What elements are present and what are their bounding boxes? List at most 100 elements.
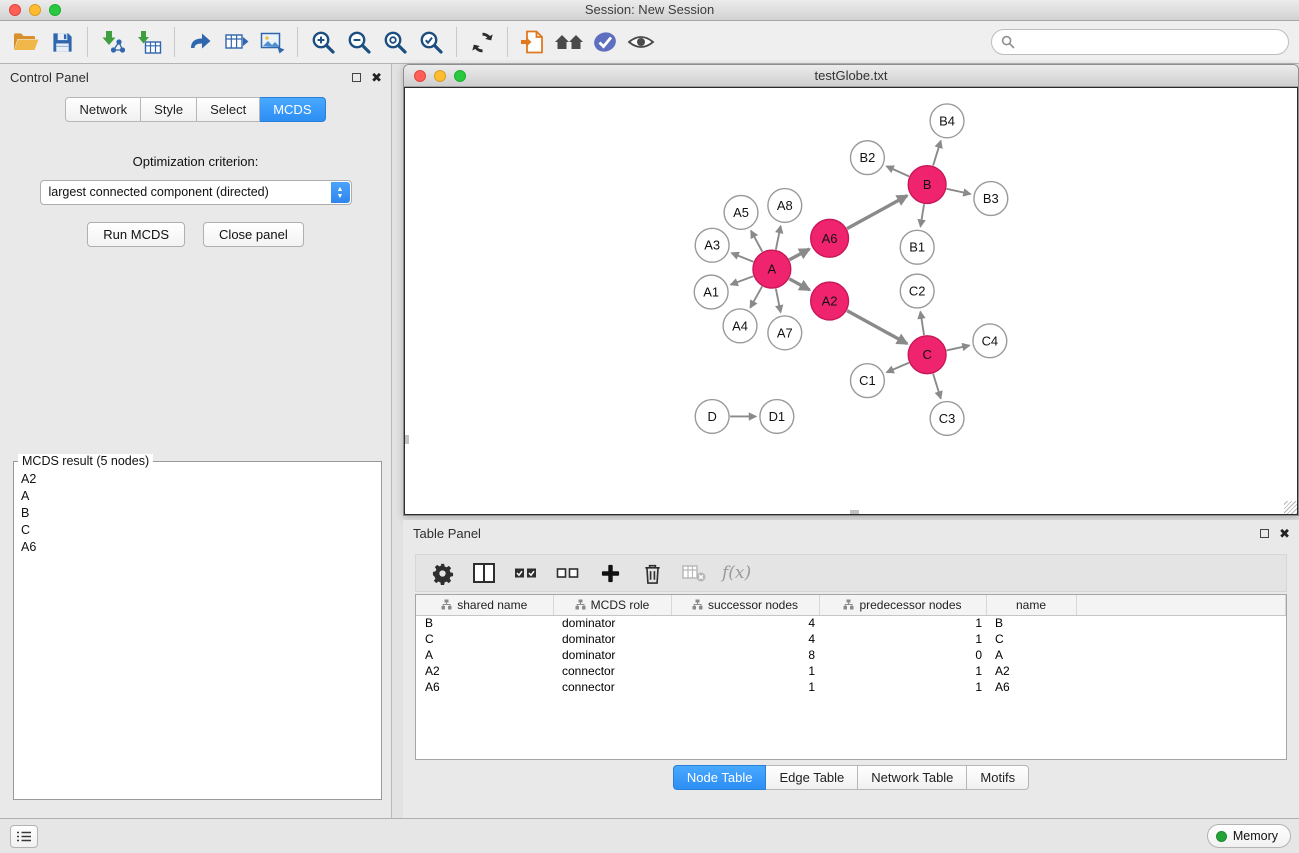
export-image-button[interactable]: [254, 24, 290, 60]
node-table-container[interactable]: shared name MCDS role successor nodes pr…: [415, 594, 1287, 760]
new-network-button[interactable]: [182, 24, 218, 60]
graph-edge-B-B1[interactable]: [920, 204, 924, 226]
table-row[interactable]: A2connector11A2: [416, 663, 1286, 679]
table-cell[interactable]: A: [986, 647, 1076, 663]
graph-node-A7[interactable]: A7: [768, 316, 802, 350]
table-cell[interactable]: 1: [819, 631, 986, 647]
close-panel-icon[interactable]: ✖: [371, 71, 382, 84]
table-settings-button[interactable]: [424, 557, 460, 589]
add-column-button[interactable]: [592, 557, 628, 589]
graph-edge-A-A5[interactable]: [751, 231, 762, 252]
graph-node-A4[interactable]: A4: [723, 309, 757, 343]
table-row[interactable]: Bdominator41B: [416, 615, 1286, 631]
graph-edge-A-A4[interactable]: [750, 286, 762, 307]
table-cell[interactable]: A2: [986, 663, 1076, 679]
table-cell[interactable]: 1: [819, 679, 986, 695]
table-cell[interactable]: A: [416, 647, 553, 663]
graph-edge-B-B4[interactable]: [933, 141, 941, 166]
table-cell[interactable]: C: [416, 631, 553, 647]
graph-node-A[interactable]: A: [753, 250, 791, 288]
graph-node-A5[interactable]: A5: [724, 195, 758, 229]
table-cell[interactable]: 4: [671, 631, 819, 647]
delete-table-button[interactable]: [676, 557, 712, 589]
graph-node-C3[interactable]: C3: [930, 402, 964, 436]
column-header-shared-name[interactable]: shared name: [416, 595, 553, 615]
mcds-result-item[interactable]: B: [14, 504, 381, 521]
graph-edge-A-A7[interactable]: [776, 289, 781, 313]
open-file-button[interactable]: [515, 24, 551, 60]
graph-edge-A-A1[interactable]: [731, 276, 754, 284]
table-cell[interactable]: dominator: [553, 647, 671, 663]
task-history-button[interactable]: [10, 825, 38, 848]
delete-column-button[interactable]: [634, 557, 670, 589]
new-table-button[interactable]: [218, 24, 254, 60]
graph-node-C4[interactable]: C4: [973, 324, 1007, 358]
deselect-all-rows-button[interactable]: [550, 557, 586, 589]
graph-edge-A6-B[interactable]: [847, 196, 907, 229]
table-cell[interactable]: connector: [553, 663, 671, 679]
table-cell[interactable]: dominator: [553, 631, 671, 647]
float-table-panel-icon[interactable]: [1260, 529, 1269, 538]
graph-node-C1[interactable]: C1: [851, 364, 885, 398]
table-cell[interactable]: A6: [986, 679, 1076, 695]
float-panel-icon[interactable]: [352, 73, 361, 82]
tab-network-table[interactable]: Network Table: [858, 765, 967, 790]
graph-node-C[interactable]: C: [908, 336, 946, 374]
graph-edge-A2-C[interactable]: [847, 311, 907, 344]
graph-node-A2[interactable]: A2: [811, 282, 849, 320]
tab-select[interactable]: Select: [197, 97, 260, 122]
network-close-button[interactable]: [414, 70, 426, 82]
graph-node-D[interactable]: D: [695, 400, 729, 434]
table-cell[interactable]: connector: [553, 679, 671, 695]
table-cell[interactable]: 4: [671, 615, 819, 631]
mcds-result-item[interactable]: A: [14, 487, 381, 504]
zoom-out-button[interactable]: [341, 24, 377, 60]
function-builder-button[interactable]: f(x): [718, 563, 751, 583]
graph-node-A6[interactable]: A6: [811, 219, 849, 257]
network-minimize-button[interactable]: [434, 70, 446, 82]
show-hide-button[interactable]: [623, 24, 659, 60]
graph-node-A1[interactable]: A1: [694, 275, 728, 309]
tab-edge-table[interactable]: Edge Table: [766, 765, 858, 790]
close-table-panel-icon[interactable]: ✖: [1279, 527, 1290, 540]
search-input[interactable]: [1015, 35, 1288, 50]
graph-edge-C-C2[interactable]: [920, 312, 924, 335]
table-cell[interactable]: B: [416, 615, 553, 631]
graph-edge-A-A2[interactable]: [789, 279, 809, 290]
graph-edge-C-C1[interactable]: [887, 363, 909, 373]
tab-mcds[interactable]: MCDS: [260, 97, 325, 122]
graph-node-D1[interactable]: D1: [760, 400, 794, 434]
criterion-dropdown[interactable]: largest connected component (directed) ▲…: [40, 180, 352, 205]
close-window-button[interactable]: [9, 4, 21, 16]
graph-node-B3[interactable]: B3: [974, 182, 1008, 216]
minimize-window-button[interactable]: [29, 4, 41, 16]
table-row[interactable]: A6connector11A6: [416, 679, 1286, 695]
home-layouts-button[interactable]: [551, 24, 587, 60]
tab-node-table[interactable]: Node Table: [673, 765, 767, 790]
import-table-button[interactable]: [131, 24, 167, 60]
graph-edge-A-A6[interactable]: [789, 249, 809, 260]
mcds-result-item[interactable]: A6: [14, 538, 381, 555]
column-header-mcds-role[interactable]: MCDS role: [553, 595, 671, 615]
column-header-predecessor-nodes[interactable]: predecessor nodes: [819, 595, 986, 615]
apply-check-button[interactable]: [587, 24, 623, 60]
graph-node-B4[interactable]: B4: [930, 104, 964, 138]
graph-edge-A-A8[interactable]: [776, 226, 781, 250]
table-cell[interactable]: 0: [819, 647, 986, 663]
refresh-view-button[interactable]: [464, 24, 500, 60]
graph-node-B1[interactable]: B1: [900, 230, 934, 264]
network-window-titlebar[interactable]: testGlobe.txt: [404, 65, 1298, 87]
tab-network[interactable]: Network: [65, 97, 141, 122]
mcds-result-item[interactable]: C: [14, 521, 381, 538]
mcds-result-item[interactable]: A2: [14, 470, 381, 487]
graph-edge-B-B3[interactable]: [947, 189, 971, 194]
table-cell[interactable]: 1: [671, 663, 819, 679]
graph-edge-C-C4[interactable]: [947, 345, 970, 350]
zoom-in-button[interactable]: [305, 24, 341, 60]
network-maximize-button[interactable]: [454, 70, 466, 82]
table-cell[interactable]: 1: [819, 615, 986, 631]
column-header-name[interactable]: name: [986, 595, 1076, 615]
graph-node-C2[interactable]: C2: [900, 274, 934, 308]
resize-grip[interactable]: [1284, 501, 1297, 514]
table-cell[interactable]: 1: [671, 679, 819, 695]
